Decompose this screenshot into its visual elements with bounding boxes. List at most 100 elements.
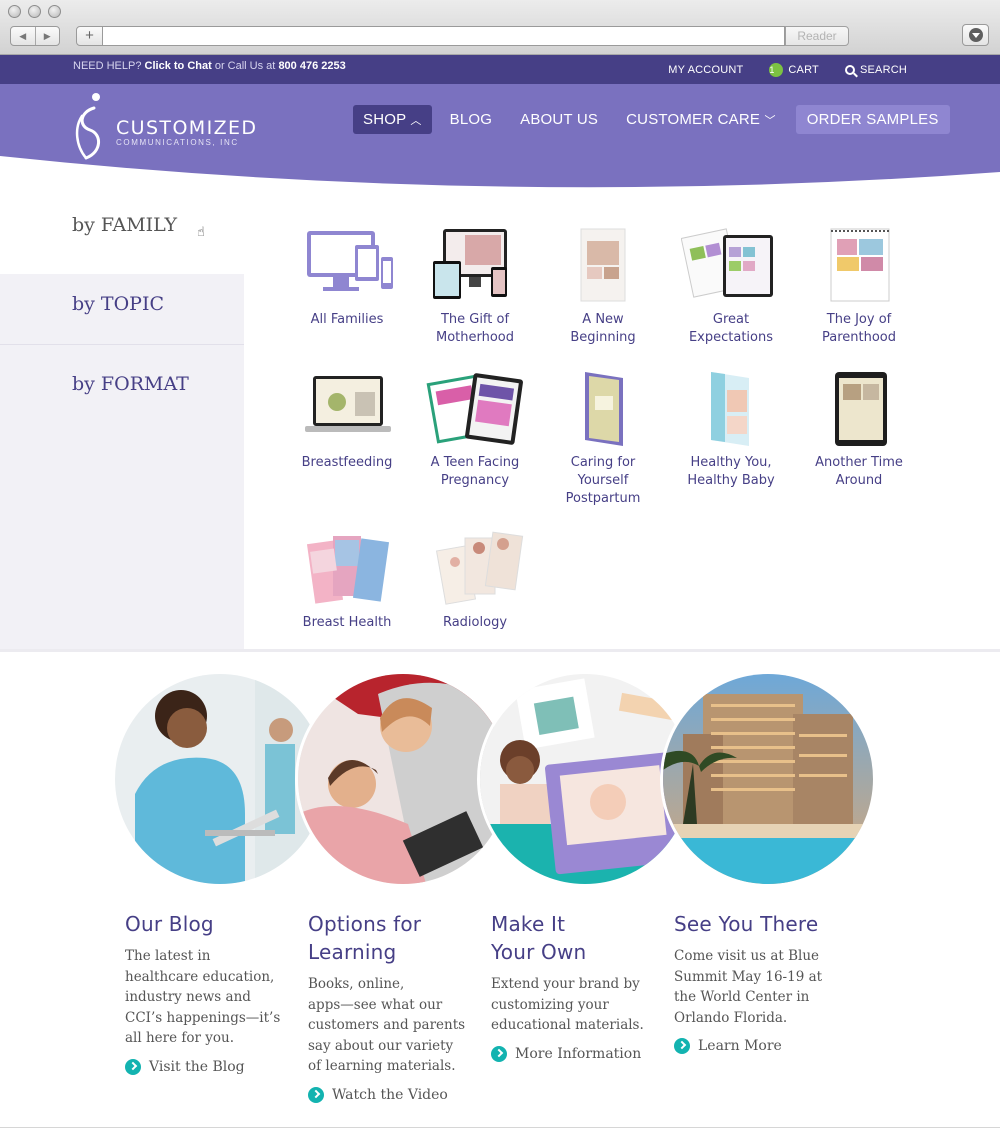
feature-description: Books, online, apps—see what our customers… bbox=[308, 976, 466, 1074]
search-icon bbox=[844, 65, 855, 75]
download-icon bbox=[969, 28, 983, 42]
product-name: All Families bbox=[310, 312, 384, 327]
arrow-right-icon bbox=[491, 1045, 507, 1062]
chevron-up-icon: ︿ bbox=[410, 115, 422, 127]
sidebar-item-label: by FORMAT bbox=[72, 373, 189, 395]
sidebar-item-by-family[interactable]: by FAMILY bbox=[0, 194, 244, 274]
sidebar-item-label: by TOPIC bbox=[72, 293, 165, 315]
feature-see-you-there: See You There Come visit us at Blue Summi… bbox=[674, 910, 844, 1054]
devices-icon bbox=[297, 227, 397, 305]
my-account-label: MY ACCOUNT bbox=[668, 64, 744, 76]
chat-link[interactable]: Click to Chat bbox=[145, 60, 212, 72]
arrow-right-icon bbox=[308, 1086, 324, 1103]
link-label: More Information bbox=[515, 1045, 642, 1062]
close-window-button[interactable] bbox=[8, 5, 21, 18]
help-text: NEED HELP? Click to Chat or Call Us at 8… bbox=[73, 60, 346, 72]
browser-toolbar: ◀ ▶ + Reader bbox=[0, 0, 1000, 55]
logo-mark-icon[interactable] bbox=[72, 92, 112, 162]
product-name: Another Time Around bbox=[815, 455, 903, 488]
nav-customer-care[interactable]: CUSTOMER CARE ﹀ bbox=[616, 105, 786, 134]
sidebar-item-by-topic[interactable]: by TOPIC bbox=[0, 265, 244, 345]
help-prefix: NEED HELP? bbox=[73, 60, 142, 72]
product-name: Caring for Yourself Postpartum bbox=[565, 455, 641, 506]
feature-make-it-your-own: Make It Your Own Extend your brand by cust… bbox=[491, 910, 661, 1062]
search-label: SEARCH bbox=[859, 64, 907, 76]
logo-wordmark[interactable]: CUSTOMIZED COMMUNICATIONS, INC bbox=[116, 117, 257, 147]
call-text: or Call Us at bbox=[214, 60, 276, 72]
sidebar-item-by-format[interactable]: by FORMAT bbox=[0, 345, 244, 425]
nav-shop[interactable]: SHOP ︿ bbox=[353, 105, 432, 134]
hand-cursor-icon: ☝ bbox=[197, 224, 205, 239]
product-name: Great Expectations bbox=[688, 312, 774, 345]
forward-icon[interactable]: ▶ bbox=[36, 27, 60, 45]
feature-title: Options for Learning bbox=[308, 912, 422, 964]
downloads-button[interactable] bbox=[962, 24, 989, 46]
product-breastfeeding[interactable]: Breastfeeding bbox=[283, 370, 411, 472]
product-breast-health[interactable]: Breast Health bbox=[283, 530, 411, 632]
product-image bbox=[681, 370, 781, 448]
feature-description: Extend your brand by customizing your educ… bbox=[491, 976, 644, 1033]
sidebar-item-label: by FAMILY bbox=[72, 214, 178, 236]
more-information-link[interactable]: More Information bbox=[491, 1045, 661, 1062]
product-gift-of-motherhood[interactable]: The Gift of Motherhood bbox=[411, 227, 539, 347]
product-joy-of-parenthood[interactable]: The Joy of Parenthood bbox=[795, 227, 923, 347]
link-label: Watch the Video bbox=[332, 1086, 448, 1103]
shop-category-sidebar: by FAMILY by TOPIC by FORMAT bbox=[0, 194, 244, 649]
product-name: The Gift of Motherhood bbox=[435, 312, 515, 345]
reader-button[interactable]: Reader bbox=[785, 26, 849, 46]
feature-title: See You There bbox=[674, 912, 819, 936]
watch-video-link[interactable]: Watch the Video bbox=[308, 1086, 478, 1103]
nav-about[interactable]: ABOUT US bbox=[510, 105, 608, 134]
visit-blog-link[interactable]: Visit the Blog bbox=[125, 1058, 295, 1075]
nav-blog[interactable]: BLOG bbox=[440, 105, 502, 134]
arrow-right-icon bbox=[674, 1038, 690, 1054]
main-nav: SHOP ︿ BLOG ABOUT US CUSTOMER CARE ﹀ ORD… bbox=[353, 105, 958, 134]
product-name: A New Beginning bbox=[570, 312, 636, 345]
order-samples-button[interactable]: ORDER SAMPLES bbox=[795, 105, 950, 134]
back-icon[interactable]: ◀ bbox=[11, 27, 36, 45]
cart-link[interactable]: 1 CART bbox=[769, 63, 819, 77]
feature-description: The latest in healthcare education, indust… bbox=[125, 948, 281, 1046]
page-bottom-border bbox=[0, 1127, 1000, 1128]
zoom-window-button[interactable] bbox=[48, 5, 61, 18]
product-all-families[interactable]: All Families bbox=[283, 227, 411, 329]
product-teen-facing-pregnancy[interactable]: A Teen Facing Pregnancy bbox=[411, 370, 539, 490]
address-bar[interactable] bbox=[103, 26, 785, 46]
product-name: The Joy of Parenthood bbox=[821, 312, 896, 345]
product-image bbox=[425, 530, 525, 608]
product-a-new-beginning[interactable]: A New Beginning bbox=[539, 227, 667, 347]
my-account-link[interactable]: MY ACCOUNT bbox=[668, 63, 743, 77]
feature-title: Our Blog bbox=[125, 912, 214, 936]
product-caring-for-yourself[interactable]: Caring for Yourself Postpartum bbox=[539, 370, 667, 508]
link-label: Learn More bbox=[698, 1038, 782, 1054]
account-links: MY ACCOUNT 1 CART SEARCH bbox=[668, 63, 907, 77]
product-name: A Teen Facing Pregnancy bbox=[430, 455, 520, 488]
utility-bar: NEED HELP? Click to Chat or Call Us at 8… bbox=[0, 55, 1000, 84]
product-image bbox=[425, 227, 525, 305]
arrow-right-icon bbox=[125, 1058, 141, 1075]
event-photo[interactable] bbox=[660, 671, 876, 887]
search-link[interactable]: SEARCH bbox=[844, 63, 907, 77]
tablet-icon bbox=[809, 370, 909, 448]
add-bookmark-button[interactable]: + bbox=[76, 26, 103, 46]
feature-options-for-learning: Options for Learning Books, online, apps—s… bbox=[308, 910, 478, 1103]
phone-number[interactable]: 800 476 2253 bbox=[278, 60, 345, 72]
site-header: CUSTOMIZED COMMUNICATIONS, INC SHOP ︿ BL… bbox=[0, 84, 1000, 194]
history-buttons: ◀ ▶ bbox=[10, 26, 60, 46]
product-great-expectations[interactable]: Great Expectations bbox=[667, 227, 795, 347]
nav-care-label: CUSTOMER CARE bbox=[626, 111, 761, 128]
learn-more-link[interactable]: Learn More bbox=[674, 1038, 844, 1054]
product-name: Breastfeeding bbox=[301, 455, 393, 470]
shop-mega-menu: by FAMILY by TOPIC by FORMAT ☝ All Famil… bbox=[0, 194, 1000, 649]
product-image bbox=[809, 227, 909, 305]
product-another-time-around[interactable]: Another Time Around bbox=[795, 370, 923, 490]
product-image bbox=[425, 370, 525, 448]
minimize-window-button[interactable] bbox=[28, 5, 41, 18]
product-healthy-you[interactable]: Healthy You, Healthy Baby bbox=[667, 370, 795, 490]
section-divider bbox=[0, 649, 1000, 652]
link-label: Visit the Blog bbox=[149, 1058, 245, 1075]
feature-title: Make It Your Own bbox=[491, 912, 587, 964]
product-name: Radiology bbox=[442, 615, 508, 630]
product-radiology[interactable]: Radiology bbox=[411, 530, 539, 632]
product-image bbox=[553, 227, 653, 305]
